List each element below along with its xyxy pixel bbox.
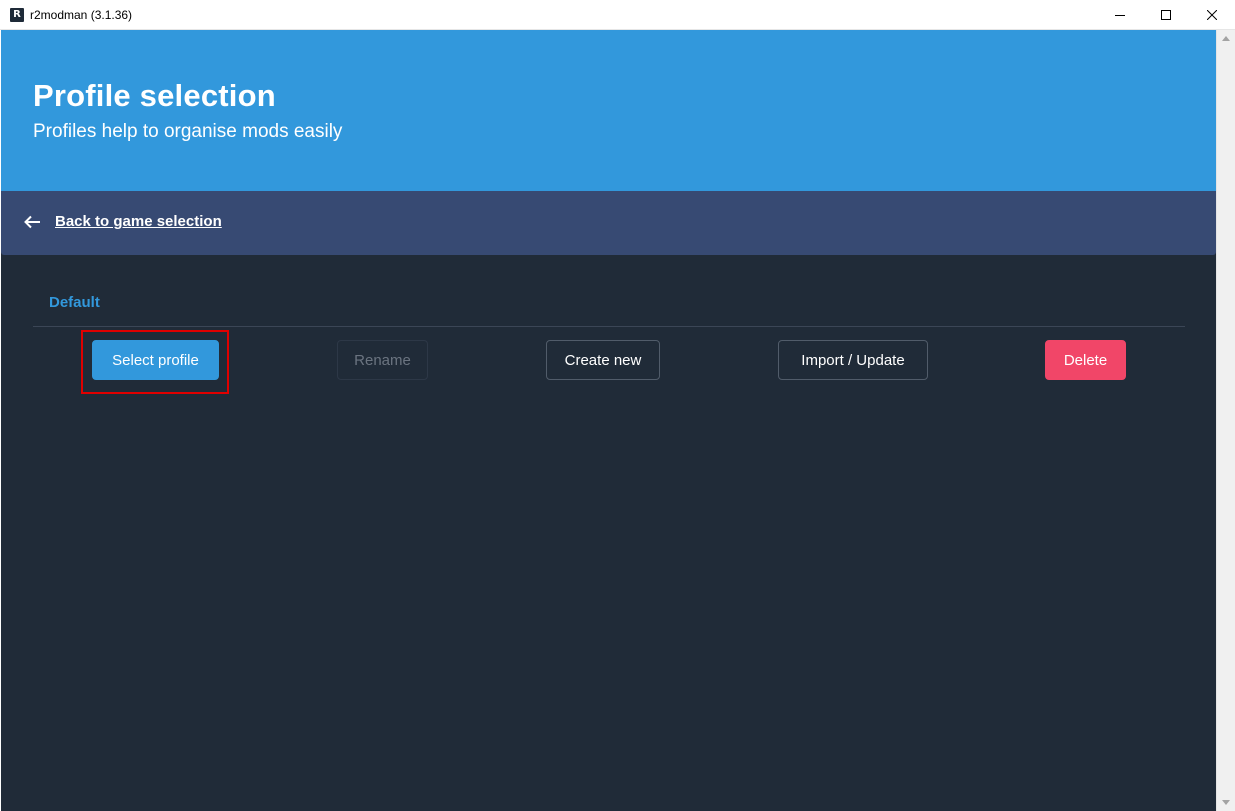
rename-button[interactable]: Rename bbox=[337, 340, 428, 380]
divider bbox=[33, 326, 1185, 327]
chevron-up-icon bbox=[1222, 36, 1230, 41]
arrow-left-icon bbox=[24, 215, 40, 228]
page-subtitle: Profiles help to organise mods easily bbox=[33, 121, 343, 142]
chevron-down-icon bbox=[1222, 800, 1230, 805]
select-profile-button[interactable]: Select profile bbox=[92, 340, 219, 380]
scroll-down-button[interactable] bbox=[1217, 794, 1235, 811]
minimize-icon bbox=[1115, 15, 1125, 16]
create-new-button[interactable]: Create new bbox=[546, 340, 660, 380]
import-update-button[interactable]: Import / Update bbox=[778, 340, 928, 380]
page-title: Profile selection bbox=[33, 78, 276, 113]
navigation-bar: Back to game selection bbox=[1, 191, 1216, 255]
window-titlebar: R r2modman (3.1.36) bbox=[0, 0, 1235, 30]
delete-button[interactable]: Delete bbox=[1045, 340, 1126, 380]
hero-header: Profile selection Profiles help to organ… bbox=[1, 30, 1216, 191]
maximize-button[interactable] bbox=[1143, 0, 1189, 30]
vertical-scrollbar[interactable] bbox=[1216, 30, 1235, 811]
window-title: r2modman (3.1.36) bbox=[30, 7, 133, 22]
back-to-game-selection-link[interactable]: Back to game selection bbox=[23, 213, 222, 230]
minimize-button[interactable] bbox=[1097, 0, 1143, 30]
app-viewport: Profile selection Profiles help to organ… bbox=[1, 30, 1216, 811]
close-icon bbox=[1207, 10, 1217, 20]
back-link-label: Back to game selection bbox=[55, 213, 222, 230]
profile-item-default[interactable]: Default bbox=[49, 294, 100, 311]
close-button[interactable] bbox=[1189, 0, 1235, 30]
window-controls bbox=[1097, 0, 1235, 30]
scroll-up-button[interactable] bbox=[1217, 30, 1235, 47]
app-logo-icon: R bbox=[10, 7, 24, 22]
maximize-icon bbox=[1161, 10, 1171, 20]
